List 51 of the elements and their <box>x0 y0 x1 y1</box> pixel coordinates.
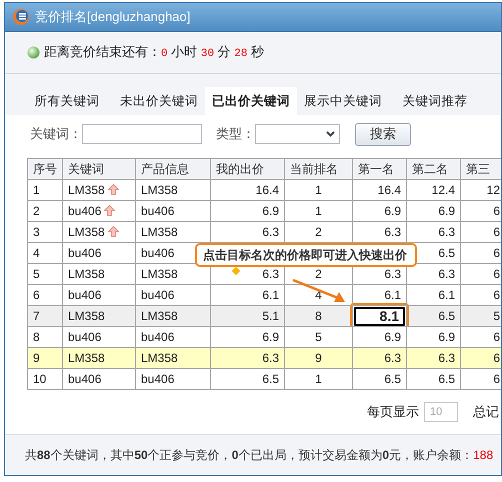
total-label: 总记 <box>473 403 500 422</box>
search-button[interactable]: 搜索 <box>355 122 411 146</box>
keyword-label: 关键词： <box>30 125 82 144</box>
tab[interactable]: 关键词推荐 <box>389 87 481 115</box>
column-header: 产品信息 <box>136 158 210 180</box>
column-header: 第三 <box>460 158 501 180</box>
column-header: 当前排名 <box>284 158 352 180</box>
table-cell: bu406 <box>68 330 102 344</box>
balance-value: 188 <box>473 447 494 464</box>
table-cell: LM358 <box>68 351 105 365</box>
table-cell: LM358 <box>68 267 105 281</box>
table-cell: bu406 <box>68 246 102 260</box>
table-cell: LM358 <box>68 309 105 323</box>
table-row[interactable]: 7 LM358 LM358 5.1 8 8.1 6.5 5 <box>28 306 501 326</box>
table-cell[interactable]: 6.5 <box>406 368 460 390</box>
table-cell: bu406 <box>136 368 210 390</box>
pointer-arrow <box>292 278 345 302</box>
table-cell: 6.5 <box>210 368 284 390</box>
column-header: 第二名 <box>406 158 460 180</box>
table-row[interactable]: 10 bu406 bu406 6.5 1 6.5 6.5 6 <box>28 368 501 390</box>
keyword-field[interactable] <box>82 124 202 144</box>
tooltip: 点击目标名次的价格即可进入快速出价 <box>195 243 417 267</box>
column-header: 第一名 <box>352 158 406 180</box>
tab[interactable]: 所有关键词 <box>21 87 113 115</box>
column-header: 关键词 <box>62 158 136 180</box>
per-page-label: 每页显示 <box>367 403 419 422</box>
table-cell: 1 <box>284 368 352 390</box>
tab[interactable]: 未出价关键词 <box>113 87 205 115</box>
table-row[interactable]: 8 bu406 bu406 6.9 5 6.9 6.9 6 <box>28 326 501 348</box>
table-cell: bu406 <box>68 372 102 386</box>
table-cell: LM358 <box>68 183 105 197</box>
app-logo-icon <box>12 8 30 26</box>
table-row[interactable]: 2 bu406 bu406 6.9 1 6.9 6.9 6 <box>28 200 501 222</box>
status-dot-icon <box>27 46 40 59</box>
table-cell: 10 <box>28 368 62 390</box>
chevron-down-icon <box>326 131 335 137</box>
column-header: 序号 <box>28 158 62 180</box>
window-title: 竞价排名[dengluzhanghao] <box>35 8 190 26</box>
table-cell: LM358 <box>68 225 105 239</box>
table-cell[interactable]: 6.5 <box>352 368 406 390</box>
table-row[interactable]: 1 LM358 LM358 16.4 1 16.4 12.4 12 <box>28 180 501 200</box>
tab[interactable]: 已出价关键词 <box>205 87 297 115</box>
type-dropdown[interactable] <box>255 124 340 144</box>
column-header: 我的出价 <box>210 158 284 180</box>
type-label: 类型： <box>216 125 255 144</box>
summary-text: 共88个关键词，其中50个正参与竞价，0个已出局，预计交易金额为0元，账户余额： <box>25 447 474 464</box>
tab[interactable]: 展示中关键词 <box>297 87 389 115</box>
table-cell: bu406 <box>68 288 102 302</box>
table-row[interactable]: 3 LM358 LM358 6.3 2 6.3 6.3 6 <box>28 222 501 242</box>
table-row[interactable]: 9 LM358 LM358 6.3 9 6.3 6.3 6 <box>28 348 501 368</box>
table-cell: bu406 <box>68 204 102 218</box>
